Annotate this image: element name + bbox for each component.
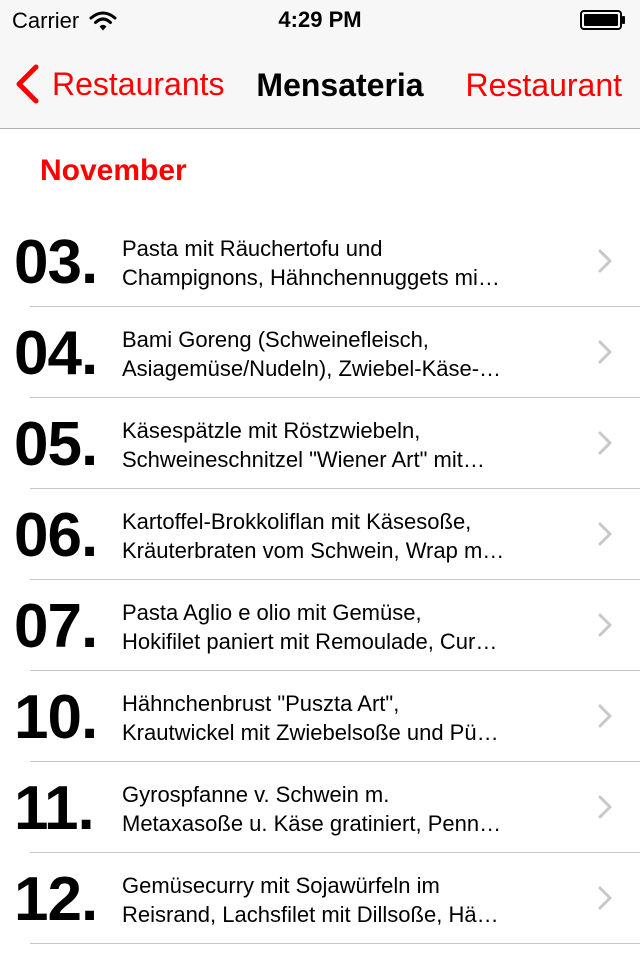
item-description-line2: Kräuterbraten vom Schwein, Wrap m… bbox=[122, 538, 505, 563]
item-day: 05. bbox=[14, 410, 98, 479]
back-chevron-icon bbox=[16, 64, 39, 104]
item-description-line1: Gemüsecurry mit Sojawürfeln im bbox=[122, 873, 440, 898]
item-day: 07. bbox=[14, 592, 98, 661]
item-description-line1: Gyrospfanne v. Schwein m. bbox=[122, 782, 390, 807]
item-description-line2: Reisrand, Lachsfilet mit Dillsoße, Hä… bbox=[122, 902, 499, 927]
item-day: 03. bbox=[14, 228, 98, 297]
item-description: Pasta Aglio e olio mit Gemüse, Hokifilet… bbox=[122, 598, 562, 656]
list-item[interactable]: 07. Pasta Aglio e olio mit Gemüse, Hokif… bbox=[0, 580, 640, 671]
back-button[interactable]: Restaurants bbox=[14, 64, 225, 104]
item-description-line2: Metaxasoße u. Käse gratiniert, Penn… bbox=[122, 811, 502, 836]
list-item[interactable]: 12. Gemüsecurry mit Sojawürfeln im Reisr… bbox=[0, 853, 640, 944]
menu-list: 03. Pasta mit Räuchertofu und Champignon… bbox=[0, 216, 640, 944]
restaurant-button[interactable]: Restaurant bbox=[465, 67, 622, 104]
item-description: Käsespätzle mit Röstzwiebeln, Schweinesc… bbox=[122, 416, 562, 474]
chevron-right-icon bbox=[598, 886, 612, 910]
back-button-label: Restaurants bbox=[52, 65, 225, 102]
navigation-bar: Restaurants Mensateria Restaurant bbox=[0, 40, 640, 129]
chevron-right-icon bbox=[598, 613, 612, 637]
list-item[interactable]: 10. Hähnchenbrust "Puszta Art", Krautwic… bbox=[0, 671, 640, 762]
list-item[interactable]: 05. Käsespätzle mit Röstzwiebeln, Schwei… bbox=[0, 398, 640, 489]
item-description: Pasta mit Räuchertofu und Champignons, H… bbox=[122, 234, 562, 292]
item-description-line2: Krautwickel mit Zwiebelsoße und Pü… bbox=[122, 720, 499, 745]
item-description: Hähnchenbrust "Puszta Art", Krautwickel … bbox=[122, 689, 562, 747]
chevron-right-icon bbox=[598, 795, 612, 819]
item-description: Bami Goreng (Schweinefleisch, Asiagemüse… bbox=[122, 325, 562, 383]
item-description-line2: Schweineschnitzel "Wiener Art" mit… bbox=[122, 447, 485, 472]
item-description-line2: Asiagemüse/Nudeln), Zwiebel-Käse-… bbox=[122, 356, 502, 381]
list-item[interactable]: 04. Bami Goreng (Schweinefleisch, Asiage… bbox=[0, 307, 640, 398]
chevron-right-icon bbox=[598, 431, 612, 455]
chevron-right-icon bbox=[598, 522, 612, 546]
section-header-november: November bbox=[40, 154, 187, 187]
list-item[interactable]: 03. Pasta mit Räuchertofu und Champignon… bbox=[0, 216, 640, 307]
item-description: Kartoffel-Brokkoliflan mit Käsesoße, Krä… bbox=[122, 507, 562, 565]
item-description-line2: Hokifilet paniert mit Remoulade, Cur… bbox=[122, 629, 498, 654]
item-description: Gemüsecurry mit Sojawürfeln im Reisrand,… bbox=[122, 871, 562, 929]
page-title: Mensateria bbox=[256, 67, 424, 103]
status-bar: Carrier 4:29 PM bbox=[0, 0, 640, 40]
item-description-line1: Käsespätzle mit Röstzwiebeln, bbox=[122, 418, 421, 443]
item-description-line1: Hähnchenbrust "Puszta Art", bbox=[122, 691, 400, 716]
row-separator bbox=[30, 943, 640, 944]
item-day: 10. bbox=[14, 683, 98, 752]
chevron-right-icon bbox=[598, 704, 612, 728]
chevron-right-icon bbox=[598, 249, 612, 273]
chevron-right-icon bbox=[598, 340, 612, 364]
item-description-line2: Champignons, Hähnchennuggets mi… bbox=[122, 265, 500, 290]
item-description: Gyrospfanne v. Schwein m. Metaxasoße u. … bbox=[122, 780, 562, 838]
item-day: 12. bbox=[14, 865, 98, 934]
battery-icon bbox=[580, 10, 625, 30]
item-day: 04. bbox=[14, 319, 98, 388]
item-description-line1: Kartoffel-Brokkoliflan mit Käsesoße, bbox=[122, 509, 472, 534]
item-description-line1: Pasta Aglio e olio mit Gemüse, bbox=[122, 600, 422, 625]
list-item[interactable]: 06. Kartoffel-Brokkoliflan mit Käsesoße,… bbox=[0, 489, 640, 580]
item-description-line1: Bami Goreng (Schweinefleisch, bbox=[122, 327, 429, 352]
item-day: 11. bbox=[14, 774, 95, 843]
status-time: 4:29 PM bbox=[278, 7, 362, 32]
list-item[interactable]: 11. Gyrospfanne v. Schwein m. Metaxasoße… bbox=[0, 762, 640, 853]
item-day: 06. bbox=[14, 501, 98, 570]
item-description-line1: Pasta mit Räuchertofu und bbox=[122, 236, 383, 261]
